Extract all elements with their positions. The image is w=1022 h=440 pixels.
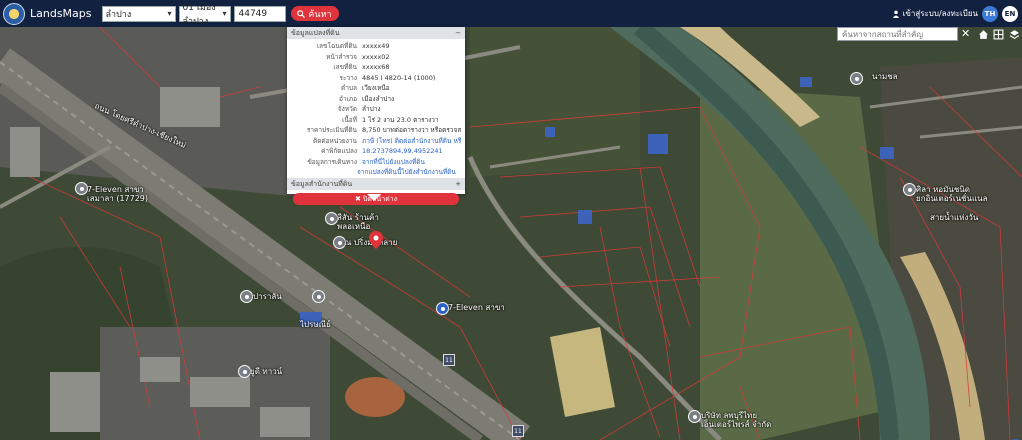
poi-label-7eleven[interactable]: 7-Eleven สาขา เสมาลา (17729) — [87, 185, 148, 203]
info-row: เลขโฉนดที่ดิน xxxxx49 — [316, 42, 390, 51]
directions-link[interactable]: จากที่นี่ไปยังแปลงที่ดิน — [362, 157, 425, 167]
poi-label[interactable]: ปาราลัน — [253, 292, 282, 301]
info-row: ระวาง 4845 I 4820-14 (1000) — [339, 73, 436, 82]
road-number-badge: 11 — [443, 354, 455, 366]
province-select[interactable]: ลำปาง ▾ — [101, 5, 176, 22]
info-row: ข้อมูลการเดินทาง จากที่นี่ไปยังแปลงที่ดิน — [307, 157, 425, 167]
land-office-header[interactable]: ข้อมูลสำนักงานที่ดิน + — [287, 178, 465, 190]
poi-label[interactable]: สายน้ำแห่งวัน — [930, 213, 978, 222]
district-select[interactable]: 01 เมืองลำปาง ▾ — [178, 3, 231, 27]
poi-label-shop[interactable]: สีสัน ร้านค้า พลอเหนือ — [337, 213, 379, 231]
top-bar: LandsMaps ลำปาง ▾ 01 เมืองลำปาง ▾ 44749 … — [0, 0, 1022, 27]
road-number-badge: 11 — [512, 425, 524, 437]
lang-en-button[interactable]: EN — [1002, 5, 1018, 22]
poi-pin[interactable] — [688, 410, 701, 423]
search-button[interactable]: ค้นหา — [290, 6, 339, 21]
contact-link[interactable]: ภาษี (โทร) ติดต่อสำนักงานที่ดิน หรือติดต… — [362, 136, 461, 146]
info-row: หน้าสำรวจ xxxxx02 — [326, 52, 390, 61]
home-icon[interactable] — [976, 27, 990, 41]
close-icon: ✖ — [354, 195, 361, 203]
info-row: เลขที่ดิน xxxxx68 — [333, 63, 390, 72]
chevron-down-icon: ▾ — [167, 9, 172, 18]
poi-label[interactable]: ยูดี ทาวน์ — [250, 367, 282, 376]
satellite-map[interactable]: 7-Eleven สาขา เสมาลา (17729) ถนน โดยศรีตำ… — [0, 27, 1022, 440]
poi-pin[interactable] — [850, 72, 863, 85]
map-imagery — [0, 27, 1022, 440]
parcel-info-header[interactable]: ข้อมูลแปลงที่ดิน − — [287, 27, 465, 39]
grid-icon[interactable] — [991, 27, 1005, 41]
poi-label[interactable]: นามชล — [872, 72, 898, 81]
parcel-info-rows: เลขโฉนดที่ดิน xxxxx49 หน้าสำรวจ xxxxx02 เล… — [287, 39, 465, 178]
directions-office-link[interactable]: จากแปลงที่ดินนี้ไปยังสำนักงานที่ดิน — [357, 167, 456, 177]
collapse-toggle[interactable]: − — [455, 29, 461, 37]
info-row: ติดต่อหน่วยงาน ภาษี (โทร) ติดต่อสำนักงานท… — [312, 136, 461, 146]
poi-pin[interactable] — [240, 290, 253, 303]
info-row: จากแปลงที่ดินนี้ไปยังสำนักงานที่ดิน — [291, 167, 461, 176]
brand-name: LandsMaps — [30, 7, 92, 20]
layers-icon[interactable] — [1007, 27, 1021, 41]
close-icon[interactable]: ✕ — [961, 27, 970, 41]
login-link[interactable]: เข้าสู่ระบบ/ลงทะเบียน — [892, 7, 978, 20]
poi-pin[interactable] — [903, 183, 916, 196]
parcel-number-input[interactable]: 44749 — [233, 5, 286, 22]
poi-pin[interactable] — [312, 290, 325, 303]
map-marker-icon[interactable] — [369, 231, 383, 249]
info-row: จังหวัด ลำปาง — [337, 105, 381, 114]
search-icon — [297, 9, 306, 18]
poi-label-company[interactable]: บริษัท ลพบุรีไทย เอ็นเตอร์ไพรส์ จำกัด — [701, 411, 771, 429]
info-row: ค่าพิกัดแปลง 18.2737894,99.4952241 — [321, 147, 443, 156]
poi-label[interactable]: ไปรษณีย์ — [300, 320, 331, 329]
place-search-input[interactable]: ค้นหาจากสถานที่สำคัญ — [837, 27, 958, 41]
info-row: อำเภอ เมืองลำปาง — [339, 94, 395, 103]
landsmaps-logo[interactable] — [3, 2, 25, 25]
lang-th-button[interactable]: TH — [982, 5, 998, 22]
parcel-info-popup: ข้อมูลแปลงที่ดิน − เลขโฉนดที่ดิน xxxxx49 … — [287, 27, 465, 205]
info-row: ราคาประเมินที่ดิน 8,750 บาทต่อตารางวา หรื… — [306, 126, 461, 135]
chevron-down-icon: ▾ — [222, 9, 227, 18]
expand-toggle[interactable]: + — [455, 180, 461, 188]
info-row: เนื้อที่ 1 ไร่ 2 งาน 23.0 ตารางวา — [342, 115, 439, 124]
poi-label-7eleven-2[interactable]: 7-Eleven สาขา — [448, 303, 505, 312]
poi-label-school[interactable]: ศิลา หอมันชนิด ยกอินเตอร์เนชั่นแนล — [916, 185, 987, 203]
coordinate-link[interactable]: 18.2737894,99.4952241 — [362, 147, 443, 155]
info-row: ตำบล เวียงเหนือ — [341, 84, 390, 93]
close-popup-button[interactable]: ✖ ปิดหน้าต่าง — [293, 193, 459, 205]
user-icon — [892, 10, 899, 18]
